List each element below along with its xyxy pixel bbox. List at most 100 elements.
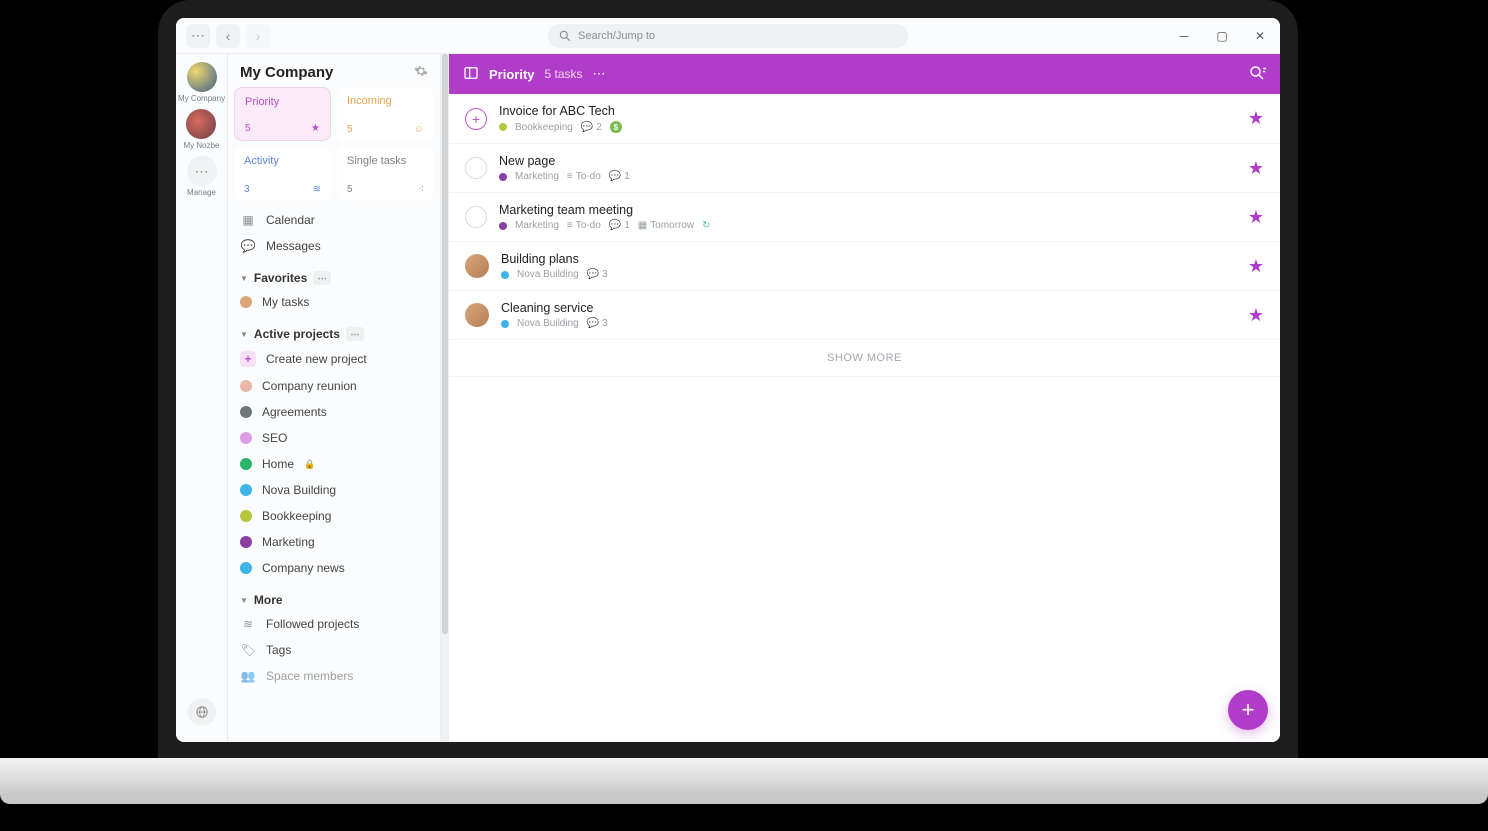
calendar-icon: ▦ (240, 213, 256, 227)
nav-back-button[interactable]: ‹ (216, 24, 240, 48)
panel-icon (463, 65, 479, 81)
card-title: Priority (245, 96, 320, 108)
members-icon: 👥 (240, 669, 256, 683)
card-activity[interactable]: Activity 3≋ (234, 147, 331, 201)
search-icon (558, 29, 572, 43)
filter-button[interactable] (1248, 64, 1266, 85)
sidebar-item-project[interactable]: Company news (228, 555, 440, 581)
task-project: Marketing (515, 171, 559, 182)
menu-button[interactable]: ⋯ (186, 24, 210, 48)
section-more[interactable]: ▼ More (228, 581, 440, 611)
sidebar-item-label: SEO (262, 431, 287, 445)
main-header-more-button[interactable]: ⋯ (593, 66, 607, 82)
card-incoming[interactable]: Incoming 5☺ (337, 87, 434, 141)
task-star-button[interactable]: ★ (1248, 256, 1264, 277)
window-close-button[interactable]: ✕ (1248, 24, 1272, 48)
project-dot (240, 484, 252, 496)
project-dot (501, 320, 509, 328)
task-project: Bookkeeping (515, 122, 573, 133)
task-checkbox[interactable] (465, 157, 487, 179)
rail-label: My Company (178, 94, 225, 103)
sidebar-item-project[interactable]: Marketing (228, 529, 440, 555)
sidebar-item-label: Home (262, 457, 294, 471)
gear-icon (414, 64, 428, 78)
sidebar-item-project[interactable]: Home 🔒 (228, 451, 440, 477)
project-dot (240, 458, 252, 470)
card-title: Single tasks (347, 155, 424, 167)
task-star-button[interactable]: ★ (1248, 207, 1264, 228)
task-row[interactable]: Building plansNova Building💬 3★ (449, 242, 1280, 291)
sidebar-item-label: Calendar (266, 213, 315, 227)
project-dot (240, 562, 252, 574)
sidebar-toggle-button[interactable] (463, 65, 479, 84)
sidebar-item-my-tasks[interactable]: My tasks (228, 289, 440, 315)
sidebar-item-label: Followed projects (266, 617, 359, 631)
section-more-button[interactable]: ⋯ (346, 327, 364, 341)
task-star-button[interactable]: ★ (1248, 305, 1264, 326)
task-row[interactable]: +Invoice for ABC TechBookkeeping💬 2$★ (449, 94, 1280, 144)
section-active-projects[interactable]: ▼ Active projects ⋯ (228, 315, 440, 345)
task-star-button[interactable]: ★ (1248, 108, 1264, 129)
main-header-count: 5 tasks (545, 67, 583, 81)
sidebar-item-project[interactable]: Company reunion (228, 373, 440, 399)
sidebar-item-followed-projects[interactable]: ≋ Followed projects (228, 611, 440, 637)
globe-button[interactable] (188, 698, 216, 726)
project-dot (499, 123, 507, 131)
task-avatar[interactable] (465, 303, 489, 327)
task-avatar[interactable] (465, 254, 489, 278)
titlebar: ⋯ ‹ › Search/Jump to ─ ▢ ✕ (176, 18, 1280, 54)
comment-icon: 💬 (609, 220, 621, 231)
task-checkbox[interactable] (465, 206, 487, 228)
sidebar-item-label: Marketing (262, 535, 315, 549)
task-comments: 💬 2 (581, 122, 602, 133)
sidebar-item-calendar[interactable]: ▦ Calendar (228, 207, 440, 233)
sidebar-scrollbar[interactable] (441, 54, 449, 742)
sidebar-item-tags[interactable]: 🏷 Tags (228, 637, 440, 663)
sidebar-item-create-project[interactable]: + Create new project (228, 345, 440, 373)
rail-item-my-company[interactable]: My Company (178, 62, 225, 103)
calendar-icon: ▦ (638, 220, 647, 231)
task-title: Invoice for ABC Tech (499, 104, 1236, 118)
task-row[interactable]: Cleaning serviceNova Building💬 3★ (449, 291, 1280, 340)
rail-item-manage[interactable]: ⋯ Manage (187, 156, 217, 197)
task-star-button[interactable]: ★ (1248, 158, 1264, 179)
manage-icon: ⋯ (187, 156, 217, 186)
card-single-tasks[interactable]: Single tasks 5⁖ (337, 147, 434, 201)
task-title: New page (499, 154, 1236, 168)
search-placeholder: Search/Jump to (578, 30, 655, 42)
task-row[interactable]: New pageMarketing≡ To-do💬 1★ (449, 144, 1280, 193)
sidebar-item-label: My tasks (262, 295, 309, 309)
section-favorites[interactable]: ▼ Favorites ⋯ (228, 259, 440, 289)
filter-icon (1248, 64, 1266, 82)
show-more-button[interactable]: SHOW MORE (449, 340, 1280, 377)
comment-icon: 💬 (587, 269, 599, 280)
add-task-fab[interactable]: + (1228, 690, 1268, 730)
project-dot (499, 222, 507, 230)
sidebar-item-project[interactable]: Agreements (228, 399, 440, 425)
sidebar-item-messages[interactable]: 💬 Messages (228, 233, 440, 259)
task-title: Building plans (501, 252, 1236, 266)
window-minimize-button[interactable]: ─ (1172, 24, 1196, 48)
card-priority[interactable]: Priority 5★ (234, 87, 331, 141)
workspace-title: My Company (240, 64, 333, 81)
card-count: 5 (347, 124, 353, 135)
task-row[interactable]: Marketing team meetingMarketing≡ To-do💬 … (449, 193, 1280, 242)
task-checkbox[interactable]: + (465, 108, 487, 130)
search-input[interactable]: Search/Jump to (548, 24, 908, 48)
sidebar-item-space-members[interactable]: 👥 Space members (228, 663, 440, 689)
sidebar-item-label: Messages (266, 239, 321, 253)
rail-item-my-nozbe[interactable]: My Nozbe (183, 109, 219, 150)
nav-forward-button[interactable]: › (246, 24, 270, 48)
sidebar-item-project[interactable]: Bookkeeping (228, 503, 440, 529)
section-more-button[interactable]: ⋯ (313, 271, 331, 285)
sidebar-item-project[interactable]: Nova Building (228, 477, 440, 503)
lock-icon: 🔒 (304, 459, 315, 470)
sidebar-item-project[interactable]: SEO (228, 425, 440, 451)
task-list: +Invoice for ABC TechBookkeeping💬 2$★New… (449, 94, 1280, 340)
task-comments: 💬 3 (587, 269, 608, 280)
main-header-title: Priority (489, 67, 535, 82)
project-dot (240, 536, 252, 548)
settings-button[interactable] (414, 64, 428, 81)
tag-icon: 🏷 (240, 643, 256, 657)
window-maximize-button[interactable]: ▢ (1210, 24, 1234, 48)
